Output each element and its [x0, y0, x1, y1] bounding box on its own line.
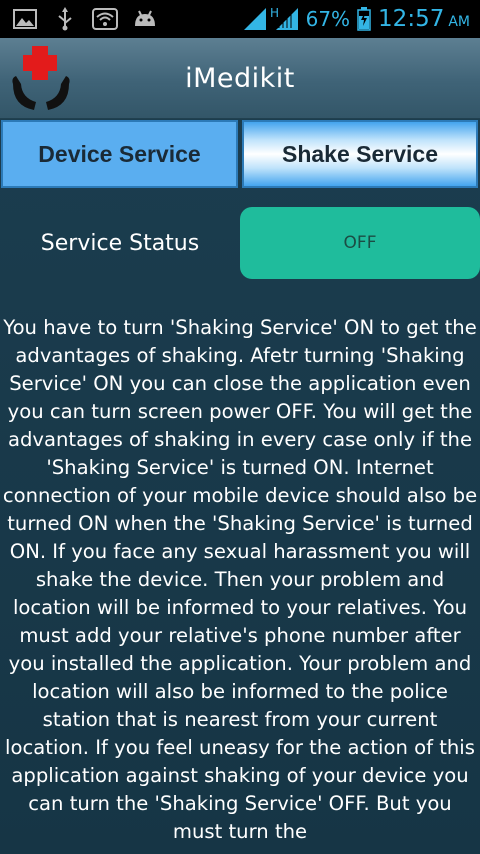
- image-icon: [12, 8, 38, 30]
- clock-ampm: AM: [448, 14, 470, 30]
- android-icon: [132, 8, 158, 30]
- service-tabs: Device Service Shake Service: [0, 120, 480, 192]
- wifi-icon: [92, 8, 118, 30]
- service-status-row: Service Status OFF: [0, 206, 480, 280]
- status-bar: H 67% 12:57 AM: [0, 0, 480, 38]
- battery-percent: 67%: [305, 7, 351, 31]
- service-status-label: Service Status: [40, 230, 200, 256]
- signal-icon: H: [242, 6, 300, 30]
- signal-type-text: H: [270, 6, 279, 20]
- service-toggle-button[interactable]: OFF: [240, 207, 480, 279]
- usb-icon: [52, 7, 78, 31]
- tab-device-service[interactable]: Device Service: [1, 120, 238, 188]
- app-title: iMedikit: [185, 62, 295, 94]
- service-description: You have to turn 'Shaking Service' ON to…: [2, 316, 478, 843]
- battery-icon: [356, 7, 372, 31]
- app-bar: iMedikit: [0, 38, 480, 119]
- tab-shake-service[interactable]: Shake Service: [242, 120, 478, 188]
- clock-time: 12:57: [378, 6, 445, 32]
